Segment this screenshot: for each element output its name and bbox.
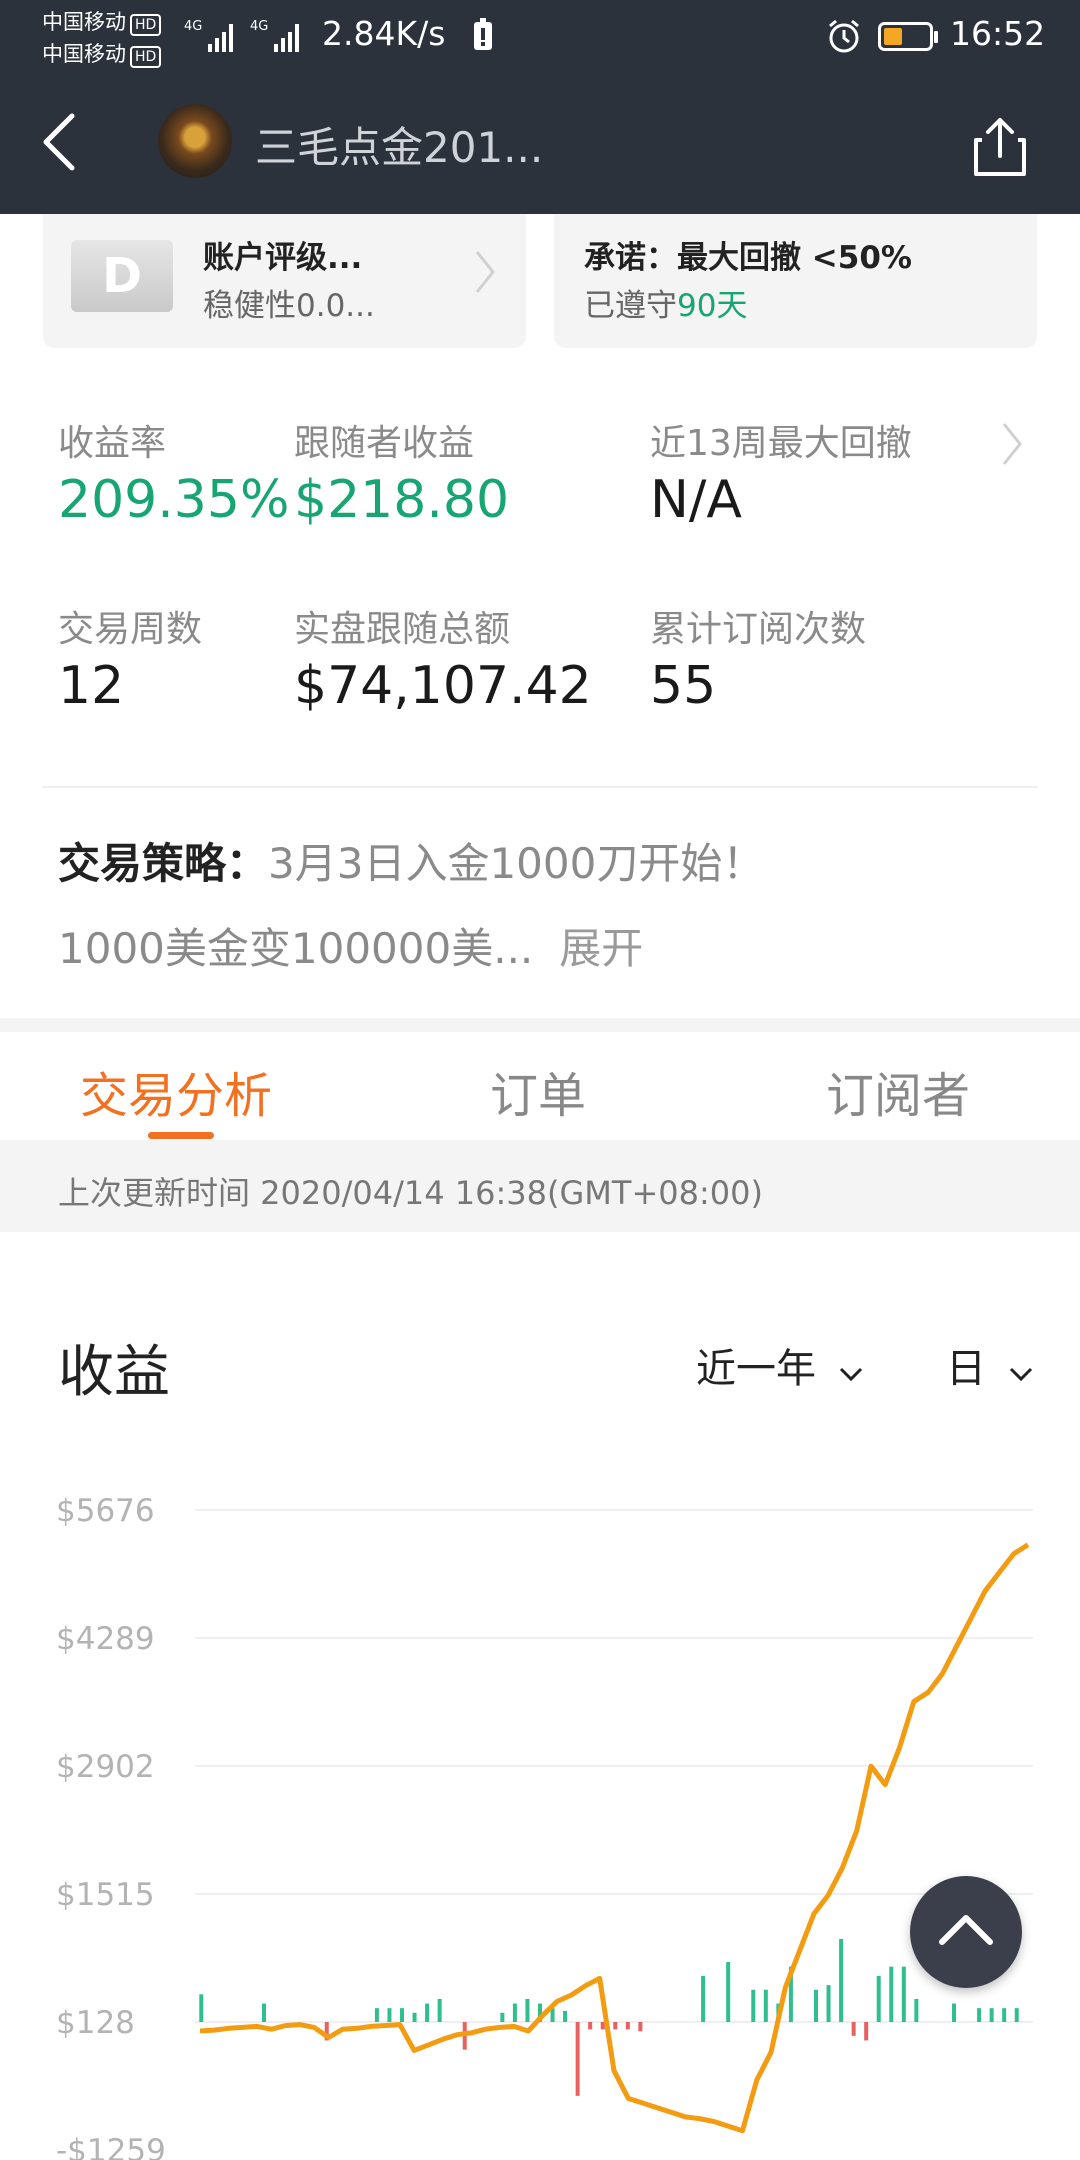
trade-weeks-value: 12 xyxy=(58,656,125,716)
return-label: 收益率 xyxy=(58,423,167,464)
max-drawdown-label: 近13周最大回撤 xyxy=(650,423,912,464)
share-icon[interactable] xyxy=(972,116,1028,178)
subscription-count-value: 55 xyxy=(650,656,717,716)
daily-bar xyxy=(751,1989,756,2022)
daily-bar xyxy=(613,2022,618,2030)
daily-bar xyxy=(977,2008,982,2022)
section-title: 收益 xyxy=(58,1340,170,1405)
promise-card[interactable]: 承诺：最大回撤 <50% 已遵守90天 xyxy=(554,214,1037,348)
rating-title: 账户评级... xyxy=(203,240,363,276)
returns-chart: $5676 $4289 $2902 $1515 $128 -$1259 xyxy=(56,1493,1033,2160)
daily-bar xyxy=(864,2022,869,2041)
return-value: 209.35% xyxy=(58,470,290,530)
daily-bar xyxy=(588,2022,593,2030)
carrier-label: 中国移动 HD xyxy=(42,38,162,68)
account-rating-card[interactable]: D 账户评级... 稳健性0.0... xyxy=(43,214,526,348)
period-dropdown[interactable]: 日 xyxy=(946,1336,1033,1394)
battery-icon xyxy=(878,22,938,51)
alarm-icon xyxy=(829,19,859,53)
carrier-label: 中国移动 HD xyxy=(42,6,162,36)
chevron-right-icon xyxy=(475,251,495,293)
battery-saver-icon xyxy=(474,18,492,50)
equity-line xyxy=(199,1542,1030,2134)
daily-bar xyxy=(400,2008,404,2022)
update-time-bar: 上次更新时间 2020/04/14 16:38(GMT+08:00) xyxy=(0,1140,1080,1232)
y-axis-tick-label: $2902 xyxy=(56,1749,155,1785)
daily-bar xyxy=(512,2003,517,2022)
follower-return-label: 跟随者收益 xyxy=(294,423,475,464)
svg-text:4G: 4G xyxy=(250,19,268,34)
daily-bar xyxy=(1014,2008,1019,2022)
daily-bar xyxy=(839,1938,844,2022)
daily-bar xyxy=(989,2008,994,2022)
page-title: 三毛点金201... xyxy=(255,123,544,172)
daily-bar xyxy=(763,1989,768,2022)
follow-total-value: $74,107.42 xyxy=(294,656,592,716)
rating-badge: D xyxy=(71,240,173,312)
scroll-top-button[interactable] xyxy=(910,1876,1022,1988)
max-drawdown-value: N/A xyxy=(650,470,742,530)
daily-bar xyxy=(889,1966,894,2022)
back-arrow-icon[interactable] xyxy=(40,112,80,172)
strategy-text-2: 1000美金变100000美... 展开 xyxy=(58,924,644,973)
promise-title: 承诺：最大回撤 <50% xyxy=(584,240,912,276)
tab-subscribers[interactable]: 订阅者 xyxy=(826,1056,970,1126)
daily-bar xyxy=(387,2008,392,2022)
daily-bar xyxy=(638,2022,643,2032)
daily-bar xyxy=(701,1975,706,2022)
daily-bar xyxy=(625,2022,630,2030)
expand-link[interactable]: 展开 xyxy=(559,924,643,973)
signal-icon: 4G xyxy=(250,19,299,52)
daily-bar xyxy=(374,2008,379,2022)
daily-bar xyxy=(952,2003,956,2022)
signal-icon: 4G xyxy=(184,19,233,52)
trade-weeks-label: 交易周数 xyxy=(58,609,203,650)
y-axis-tick-label: $1515 xyxy=(56,1877,155,1913)
network-speed: 2.84K/s xyxy=(322,14,446,53)
divider xyxy=(43,786,1037,788)
follower-return-value: $218.80 xyxy=(294,470,510,530)
y-axis-tick-label: $128 xyxy=(56,2005,135,2041)
chevron-right-icon[interactable] xyxy=(1000,420,1024,468)
daily-bar xyxy=(851,2022,856,2036)
status-bar: 中国移动 HD 中国移动 HD 4G 4G 2.84K/s 16:52 xyxy=(0,0,1080,70)
follow-total-label: 实盘跟随总额 xyxy=(294,609,511,650)
avatar[interactable] xyxy=(158,104,232,178)
promise-kept: 已遵守90天 xyxy=(584,288,748,324)
daily-bar xyxy=(525,1998,530,2022)
daily-bar xyxy=(876,1975,881,2022)
tab-trade-analysis[interactable]: 交易分析 xyxy=(80,1056,272,1126)
daily-bar xyxy=(563,2010,568,2022)
daily-bar xyxy=(1002,2008,1007,2022)
chevron-down-icon xyxy=(839,1367,862,1382)
range-dropdown[interactable]: 近一年 xyxy=(696,1336,863,1394)
daily-bar xyxy=(500,2012,505,2022)
tab-orders[interactable]: 订单 xyxy=(490,1056,586,1126)
section-separator xyxy=(0,1018,1080,1032)
y-axis-tick-label: $4289 xyxy=(56,1621,155,1657)
daily-bar xyxy=(575,2022,580,2096)
clock: 16:52 xyxy=(950,14,1046,53)
daily-bar xyxy=(726,1962,731,2022)
daily-bar xyxy=(425,2003,430,2022)
daily-bar xyxy=(437,1998,442,2022)
daily-bar xyxy=(901,1966,906,2022)
strategy-text: 交易策略：3月3日入金1000刀开始！ xyxy=(58,839,765,888)
chevron-up-icon xyxy=(939,1915,993,1945)
y-axis-tick-label: $5676 xyxy=(56,1493,155,1529)
y-axis-tick-label: -$1259 xyxy=(56,2133,166,2160)
top-nav-bar: 三毛点金201... xyxy=(0,70,1080,214)
subscription-count-label: 累计订阅次数 xyxy=(650,609,867,650)
daily-bar xyxy=(262,2003,266,2022)
rating-subtitle: 稳健性0.0... xyxy=(203,288,375,324)
daily-bar xyxy=(826,1985,831,2022)
daily-bar xyxy=(914,1998,919,2022)
daily-bar xyxy=(814,1989,818,2022)
svg-text:4G: 4G xyxy=(184,19,202,34)
daily-bar xyxy=(199,1994,204,2022)
chevron-down-icon xyxy=(1009,1367,1032,1382)
daily-bar xyxy=(412,2012,417,2022)
active-tab-indicator xyxy=(148,1132,214,1139)
update-time: 上次更新时间 2020/04/14 16:38(GMT+08:00) xyxy=(58,1174,763,1212)
